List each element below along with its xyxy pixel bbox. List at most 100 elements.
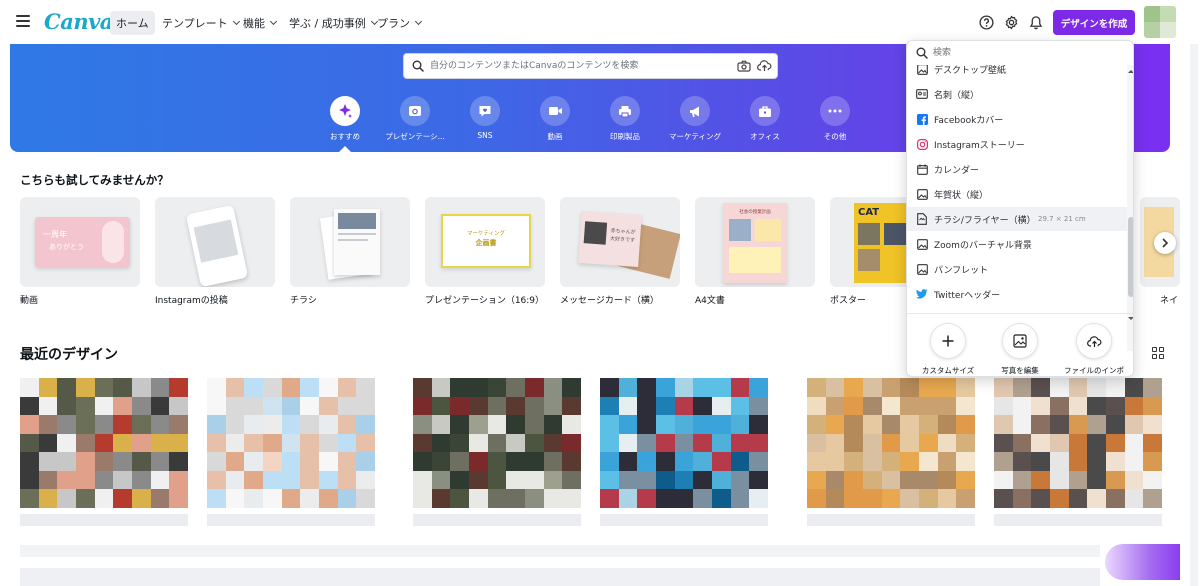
dropdown-scroll-thumb[interactable] xyxy=(1128,217,1133,297)
scroll-up-icon xyxy=(1128,70,1133,73)
template-card-a4-document[interactable]: 社会の授業計画 xyxy=(695,197,815,287)
nav-learn[interactable]: 学ぶ / 成功事例 xyxy=(283,11,383,35)
thumbnail-pixel xyxy=(524,378,544,397)
thumbnail-pixel xyxy=(1031,470,1050,490)
cloud-upload-icon[interactable] xyxy=(757,59,772,75)
thumbnail-pixel xyxy=(20,396,39,416)
bell-icon[interactable] xyxy=(1027,13,1045,31)
design-type-business-card[interactable]: 名刺（縦） xyxy=(907,82,1127,106)
import-file-button[interactable]: ファイルのインポ xyxy=(1063,323,1125,376)
design-type-facebook-cover[interactable]: Facebookカバー xyxy=(907,107,1127,131)
thumbnail-pixel xyxy=(1049,396,1069,416)
design-type-instagram-story[interactable]: Instagramストーリー xyxy=(907,132,1127,156)
thumbnail-pixel xyxy=(450,452,469,471)
thumbnail-pixel xyxy=(1068,489,1088,508)
video-preview-text-1: 一周年 xyxy=(43,230,67,239)
thumbnail-pixel xyxy=(618,396,638,416)
page-scrollbar[interactable] xyxy=(1190,44,1198,586)
nav-plans[interactable]: プラン xyxy=(371,11,427,35)
thumbnail-pixel xyxy=(994,470,1013,490)
design-type-new-year-card[interactable]: 年賀状（縦） xyxy=(907,182,1127,206)
category-sns[interactable]: SNS xyxy=(450,96,520,140)
thumbnail-pixel xyxy=(881,378,901,397)
thumbnail-pixel xyxy=(38,470,58,490)
thumbnail-pixel xyxy=(543,470,563,490)
thumbnail-pixel xyxy=(57,489,76,508)
category-presentation[interactable]: プレゼンテーシ... xyxy=(380,96,450,142)
edit-photo-button[interactable]: 写真を編集 xyxy=(989,323,1051,376)
design-type-flyer-landscape[interactable]: チラシ/フライヤー（横） 29.7 × 21 cm xyxy=(907,207,1127,231)
thumbnail-pixel xyxy=(150,396,170,416)
heart-chat-icon xyxy=(470,96,500,126)
custom-size-button[interactable]: カスタムサイズ xyxy=(917,323,979,376)
thumbnail-pixel xyxy=(57,378,76,397)
thumbnail-pixel xyxy=(937,470,957,490)
thumbnail-pixel xyxy=(1031,378,1050,397)
gear-icon[interactable] xyxy=(1002,13,1020,31)
avatar[interactable] xyxy=(1144,6,1176,38)
search-input[interactable] xyxy=(430,56,720,76)
thumbnail-pixel xyxy=(318,489,338,508)
help-icon[interactable] xyxy=(977,13,995,31)
carousel-next-button[interactable] xyxy=(1154,232,1176,254)
grid-view-icon[interactable] xyxy=(1152,347,1164,359)
recent-design-thumbnail[interactable] xyxy=(994,378,1162,508)
card-label: Instagramの投稿 xyxy=(155,296,228,306)
category-print[interactable]: 印刷製品 xyxy=(590,96,660,142)
template-card-message-card[interactable]: 赤ちゃんが 大好きです xyxy=(560,197,680,287)
design-type-twitter-header[interactable]: Twitterヘッダー xyxy=(907,282,1127,306)
hamburger-menu-icon[interactable] xyxy=(16,14,30,28)
thumbnail-pixel xyxy=(994,415,1013,434)
category-marketing[interactable]: マーケティング xyxy=(660,96,730,142)
recent-design-thumbnail[interactable] xyxy=(207,378,375,508)
dropdown-search-input[interactable] xyxy=(933,45,1123,61)
design-row-placeholder xyxy=(20,545,1100,557)
design-type-label: パンフレット xyxy=(934,265,989,276)
thumbnail-pixel xyxy=(225,452,245,471)
thumbnail-pixel xyxy=(131,470,151,490)
nav-templates[interactable]: テンプレート xyxy=(156,11,245,35)
template-card-presentation[interactable]: マーケティング 企画書 xyxy=(425,197,545,287)
recent-design-thumbnail[interactable] xyxy=(807,378,975,508)
nav-home[interactable]: ホーム xyxy=(110,11,155,35)
design-type-zoom-background[interactable]: Zoomのバーチャル背景 xyxy=(907,232,1127,256)
thumbnail-pixel xyxy=(450,415,469,434)
thumbnail-pixel xyxy=(900,415,919,434)
dropdown-scrollbar[interactable] xyxy=(1127,65,1133,351)
thumbnail-pixel xyxy=(1124,415,1144,434)
help-bubble[interactable] xyxy=(1105,544,1180,580)
category-recommended[interactable]: おすすめ xyxy=(310,96,380,142)
main-search-bar[interactable] xyxy=(403,53,778,79)
thumbnail-pixel xyxy=(1105,415,1125,434)
category-video[interactable]: 動画 xyxy=(520,96,590,142)
thumbnail-pixel xyxy=(281,452,301,471)
thumbnail-pixel xyxy=(207,452,226,471)
camera-icon[interactable] xyxy=(737,60,751,75)
thumbnail-pixel xyxy=(1124,433,1144,453)
template-card-video[interactable]: 一周年 ありがとう xyxy=(20,197,140,287)
recent-design-thumbnail[interactable] xyxy=(600,378,768,508)
design-type-pamphlet[interactable]: パンフレット xyxy=(907,257,1127,281)
thumbnail-pixel xyxy=(711,470,731,490)
category-office[interactable]: オフィス xyxy=(730,96,800,142)
category-more[interactable]: その他 xyxy=(800,96,870,142)
design-type-calendar[interactable]: カレンダー xyxy=(907,157,1127,181)
recent-design-thumbnail[interactable] xyxy=(20,378,188,508)
dropdown-search[interactable] xyxy=(907,41,1133,65)
thumbnail-pixel xyxy=(1012,396,1032,416)
design-type-desktop-wallpaper[interactable]: デスクトップ壁紙 xyxy=(907,65,1127,81)
thumbnail-pixel xyxy=(956,378,975,397)
try-section-heading: こちらも試してみませんか？ xyxy=(20,173,169,187)
nav-features[interactable]: 機能 xyxy=(237,11,282,35)
template-card-flyer[interactable] xyxy=(290,197,410,287)
thumbnail-pixel xyxy=(562,415,581,434)
calendar-icon xyxy=(916,163,928,175)
create-design-button[interactable]: デザインを作成 xyxy=(1053,10,1135,35)
canva-logo[interactable]: Canva xyxy=(44,9,113,34)
thumbnail-pixel xyxy=(113,396,132,416)
recent-design-thumbnail[interactable] xyxy=(413,378,581,508)
template-card-instagram-post[interactable] xyxy=(155,197,275,287)
thumbnail-pixel xyxy=(487,433,507,453)
thumbnail-pixel xyxy=(749,378,768,397)
thumbnail-pixel xyxy=(450,489,469,508)
